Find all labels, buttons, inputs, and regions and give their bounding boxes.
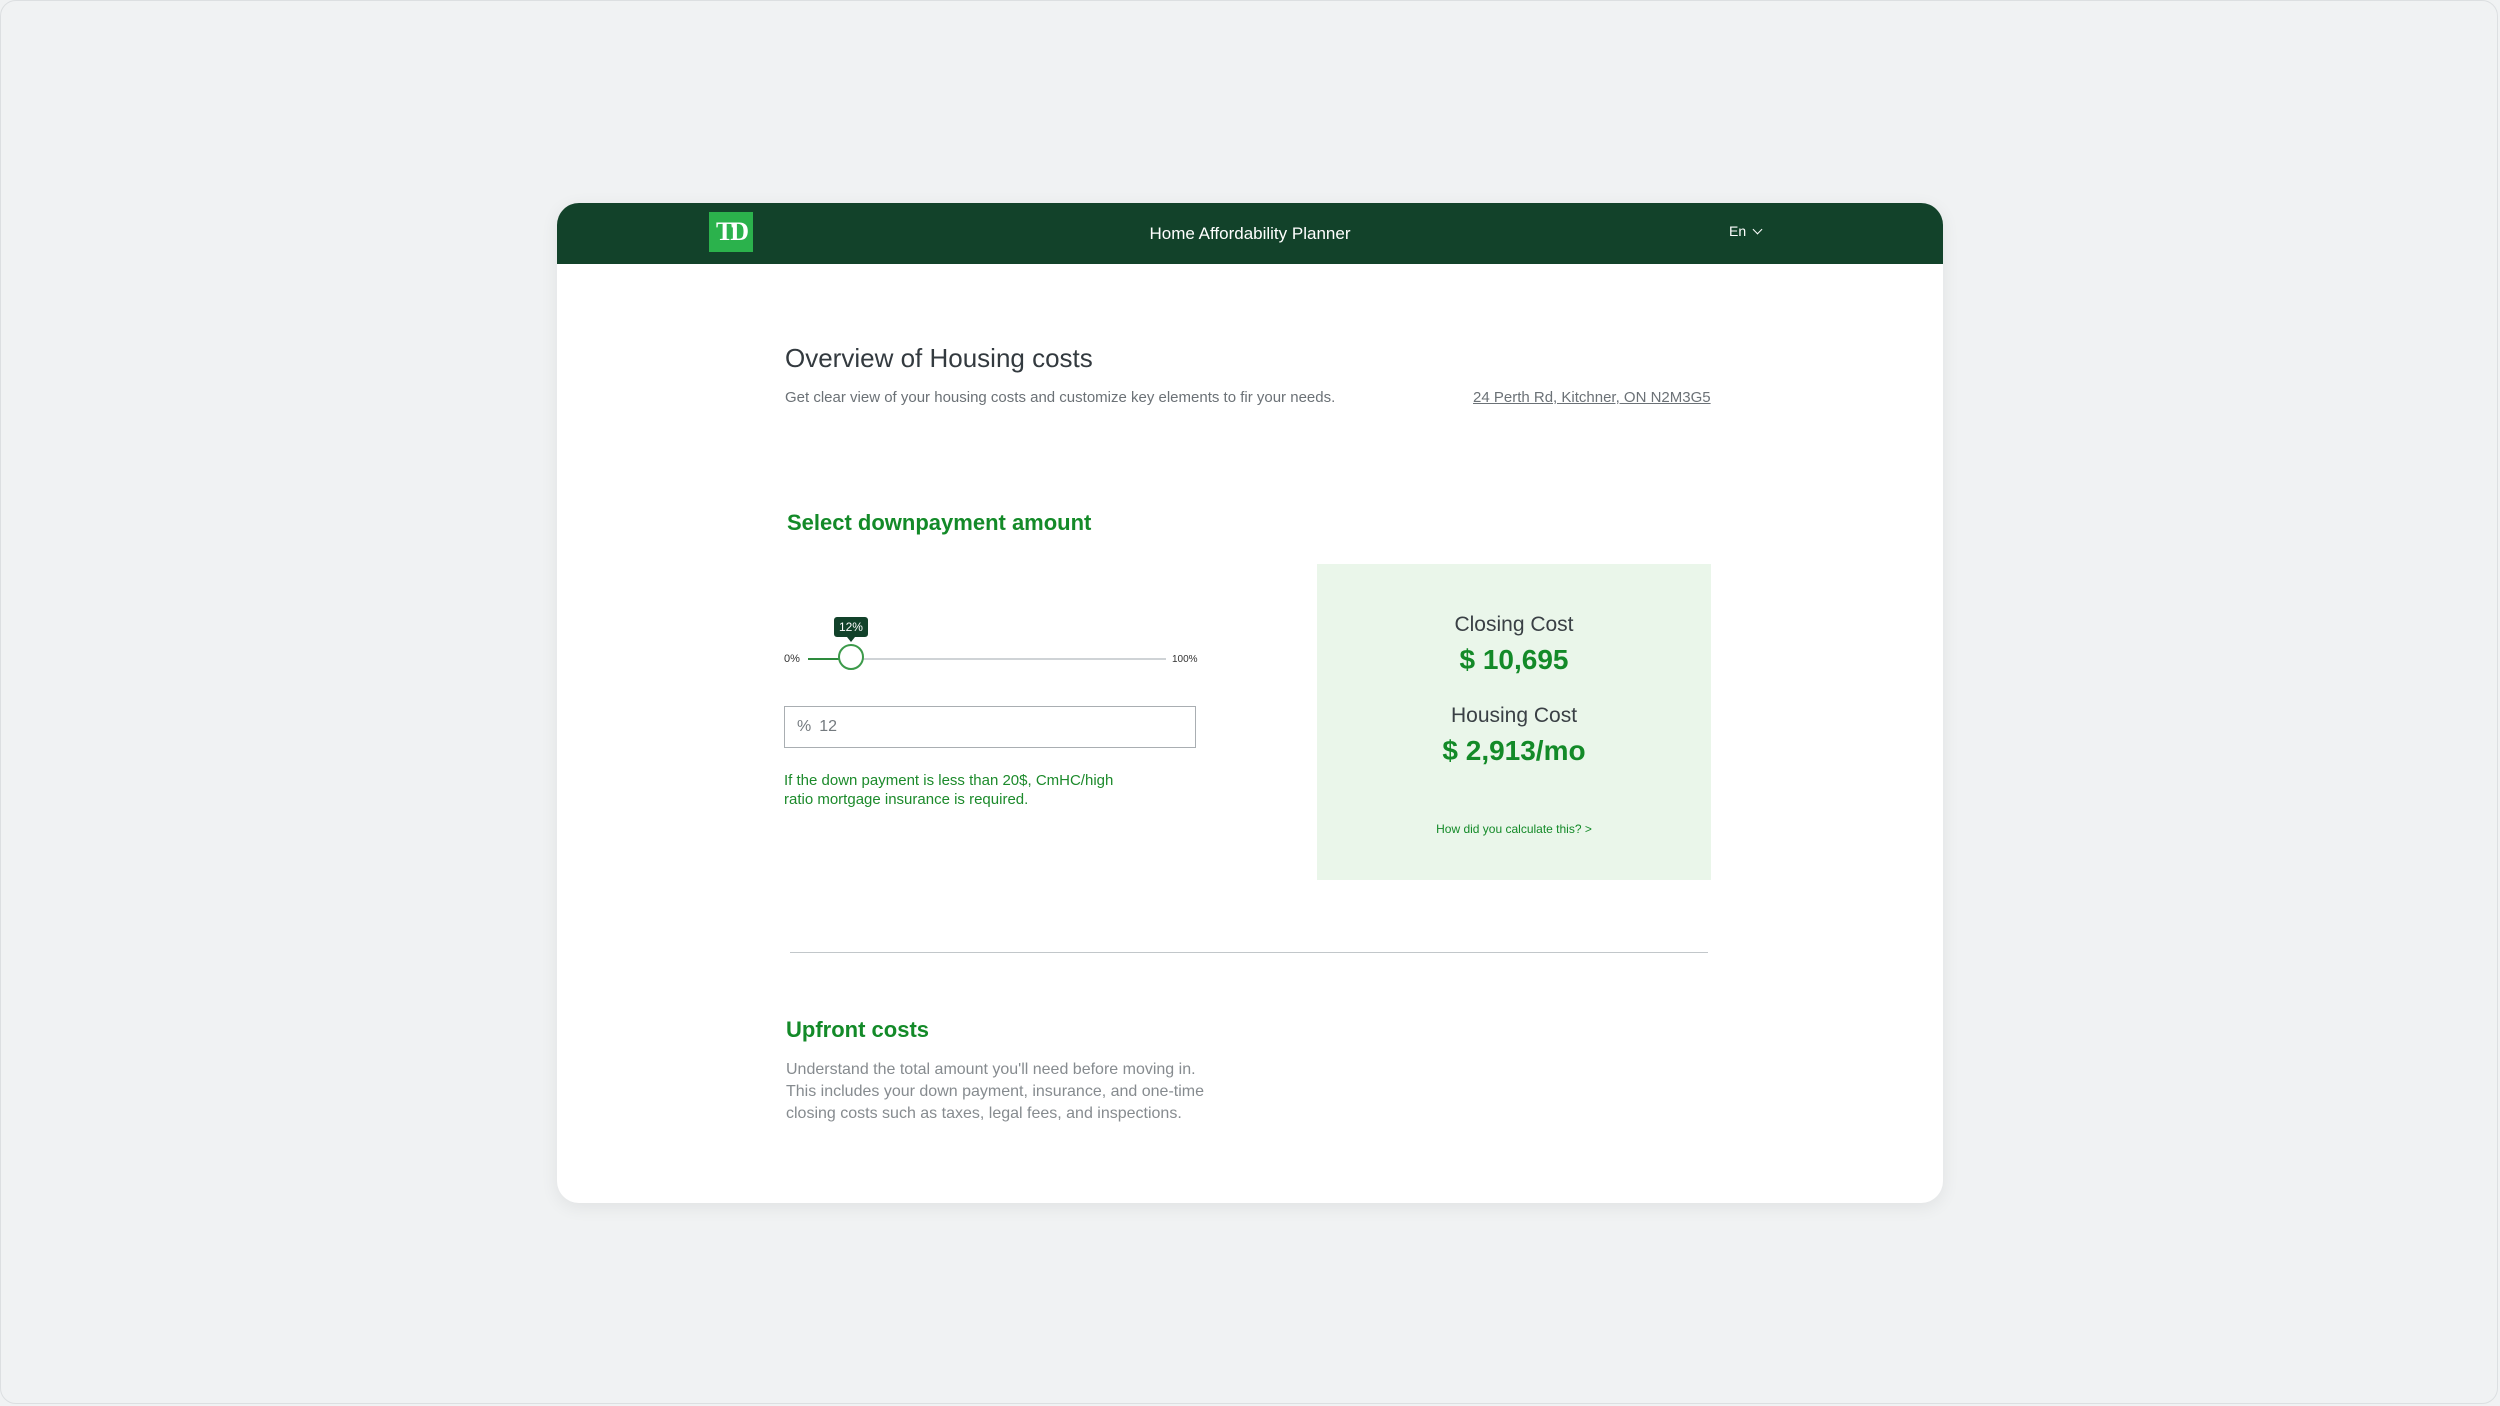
closing-cost-value: $ 10,695 <box>1459 644 1569 675</box>
closing-cost-label: Closing Cost <box>1454 613 1574 636</box>
slider-max-label: 100% <box>1172 654 1198 665</box>
page-title: Overview of Housing costs <box>785 343 1093 373</box>
slider-handle[interactable] <box>837 644 864 670</box>
slider-value-tooltip: 12% <box>833 617 868 642</box>
section-divider <box>790 952 1708 953</box>
chevron-down-icon <box>1752 224 1763 234</box>
upfront-costs-heading: Upfront costs <box>786 1017 929 1042</box>
downpayment-heading: Select downpayment amount <box>787 510 1092 535</box>
downpayment-percent-field[interactable]: % <box>784 706 1196 748</box>
top-nav-bar: TD Home Affordability Planner En <box>557 203 1943 264</box>
housing-cost-value: $ 2,913/mo <box>1442 735 1586 766</box>
downpayment-slider[interactable]: 12% <box>808 617 1166 670</box>
property-address-link[interactable]: 24 Perth Rd, Kitchner, ON N2M3G5 <box>1473 389 1711 406</box>
calculation-info-link[interactable]: How did you calculate this? > <box>1317 822 1711 836</box>
percent-prefix: % <box>797 718 812 735</box>
downpayment-percent-input[interactable] <box>819 718 1160 736</box>
slider-min-label: 0% <box>784 653 800 665</box>
page-subtitle: Get clear view of your housing costs and… <box>785 389 1336 406</box>
insurance-note: If the down payment is less than 20$, Cm… <box>784 772 1114 808</box>
language-label: En <box>1729 223 1747 239</box>
upfront-costs-description: Understand the total amount you'll need … <box>786 1061 1204 1122</box>
cost-summary-card: Closing Cost $ 10,695 Housing Cost $ 2,9… <box>1317 564 1711 880</box>
language-selector[interactable]: En <box>1729 223 1763 239</box>
app-window: TD Home Affordability Planner En Overvie… <box>557 203 1943 1203</box>
housing-cost-label: Housing Cost <box>1450 704 1578 727</box>
